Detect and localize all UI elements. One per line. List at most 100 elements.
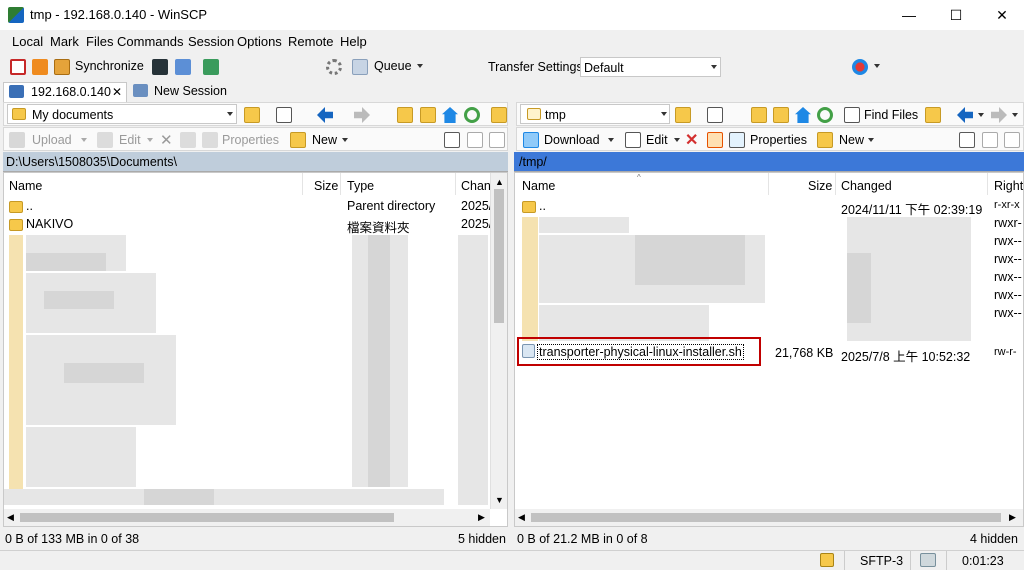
open-directory-icon[interactable] [203,59,219,75]
compare-directories-icon[interactable] [10,59,26,75]
local-column-changed[interactable]: Chan [461,179,491,193]
scroll-thumb[interactable] [531,513,1001,522]
column-separator[interactable] [835,173,836,195]
console-icon[interactable] [152,59,168,75]
chevron-down-icon[interactable] [608,138,614,142]
chevron-down-icon[interactable] [147,138,153,142]
parent-directory-icon[interactable] [397,107,413,123]
remote-horizontal-scrollbar[interactable]: ◀ ▶ [515,509,1023,526]
delete-icon[interactable]: ✕ [160,131,173,149]
filter-icon[interactable] [707,107,723,123]
remote-column-rights[interactable]: Right [994,179,1023,193]
putty-icon[interactable] [175,59,191,75]
table-row[interactable]: .. Parent directory 2025/ [4,198,492,216]
menu-mark[interactable]: Mark [50,34,79,49]
home-icon[interactable] [442,107,458,123]
forward-arrow-icon[interactable] [991,107,1007,123]
remote-location-select[interactable]: tmp [520,104,670,124]
chevron-down-icon[interactable] [874,64,880,68]
scroll-right-icon[interactable]: ▶ [478,512,485,523]
delete-icon[interactable]: ✕ [685,130,698,150]
maximize-button[interactable]: ☐ [933,0,979,30]
tree-icon[interactable] [491,107,507,123]
queue-dropdown-icon[interactable] [417,64,423,68]
properties-icon[interactable] [202,132,218,148]
invert-selection-icon[interactable] [489,132,505,148]
edit-button[interactable]: Edit [119,133,141,147]
menu-files[interactable]: Files [86,34,113,49]
properties-icon[interactable] [729,132,745,148]
chevron-down-icon[interactable] [1012,113,1018,117]
scroll-left-icon[interactable]: ◀ [7,512,14,523]
filter-icon[interactable] [276,107,292,123]
highlighted-file-row[interactable]: transporter-physical-linux-installer.sh [517,337,761,366]
tree-icon[interactable] [925,107,941,123]
scroll-up-icon[interactable]: ▲ [495,177,504,187]
remote-file-list[interactable]: ^ Name Size Changed Right .. 2024/11/11 … [514,172,1024,527]
transfer-settings-select[interactable]: Default [580,57,721,77]
scroll-down-icon[interactable]: ▼ [495,495,504,505]
column-separator[interactable] [455,173,456,195]
new-folder-icon[interactable] [290,132,306,148]
menu-session[interactable]: Session [188,34,234,49]
scroll-thumb[interactable] [494,189,504,323]
synchronize-icon[interactable] [54,59,70,75]
remote-path-bar[interactable]: /tmp/ [514,152,1024,172]
local-hidden-count[interactable]: 5 hidden [458,532,506,546]
local-column-name[interactable]: Name [9,179,42,193]
parent-directory-icon[interactable] [751,107,767,123]
menu-local[interactable]: Local [12,34,43,49]
root-directory-icon[interactable] [773,107,789,123]
global-transfer-icon[interactable] [852,59,868,75]
local-path-bar[interactable]: D:\Users\1508035\Documents\ [3,152,508,172]
select-all-icon[interactable] [959,132,975,148]
minimize-button[interactable]: — [886,0,932,30]
scroll-thumb[interactable] [20,513,394,522]
chevron-down-icon[interactable] [81,138,87,142]
gear-icon[interactable] [326,59,342,75]
download-icon[interactable] [523,132,539,148]
menu-options[interactable]: Options [237,34,282,49]
column-separator[interactable] [302,173,303,195]
root-directory-icon[interactable] [420,107,436,123]
open-folder-icon[interactable] [244,107,260,123]
local-location-select[interactable]: My documents [7,104,237,124]
find-files-icon[interactable] [844,107,860,123]
properties-button[interactable]: Properties [750,133,807,147]
column-separator[interactable] [768,173,769,195]
queue-icon[interactable] [352,59,368,75]
rename-icon[interactable] [707,132,723,148]
local-column-size[interactable]: Size [314,179,338,193]
table-row[interactable]: NAKIVO 檔案資料夾 2025/ [4,216,492,235]
local-horizontal-scrollbar[interactable]: ◀ ▶ [4,509,490,526]
local-file-list[interactable]: Name Size Type Chan .. Parent directory … [3,172,508,527]
remote-hidden-count[interactable]: 4 hidden [970,532,1018,546]
chevron-down-icon[interactable] [674,138,680,142]
menu-remote[interactable]: Remote [288,34,334,49]
synchronize-button[interactable]: Synchronize [75,59,144,73]
tab-new-session[interactable]: New Session [128,82,228,102]
new-button[interactable]: New [839,133,864,147]
refresh-icon[interactable] [464,107,480,123]
home-icon[interactable] [795,107,811,123]
column-separator[interactable] [340,173,341,195]
close-button[interactable]: ✕ [979,0,1024,30]
back-arrow-icon[interactable] [957,107,973,123]
column-separator[interactable] [987,173,988,195]
forward-arrow-icon[interactable] [354,107,370,123]
table-row[interactable]: .. 2024/11/11 下午 02:39:19 r-xr-x [515,198,1023,217]
upload-button[interactable]: Upload [32,133,72,147]
download-button[interactable]: Download [544,133,600,147]
chevron-down-icon[interactable] [342,138,348,142]
queue-button[interactable]: Queue [374,59,412,73]
menu-commands[interactable]: Commands [117,34,183,49]
remote-column-changed[interactable]: Changed [841,179,892,193]
close-tab-icon[interactable]: ✕ [112,85,122,99]
back-arrow-icon[interactable] [317,107,333,123]
local-column-type[interactable]: Type [347,179,374,193]
edit-icon[interactable] [97,132,113,148]
open-folder-icon[interactable] [675,107,691,123]
invert-selection-icon[interactable] [1004,132,1020,148]
unselect-icon[interactable] [982,132,998,148]
scroll-right-icon[interactable]: ▶ [1009,512,1016,523]
